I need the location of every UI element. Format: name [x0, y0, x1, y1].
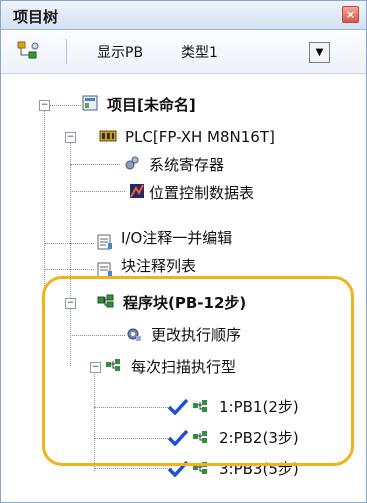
tree-item-plc[interactable]: PLC[FP-XH M8N16T] — [125, 126, 275, 148]
tree-item-system-register[interactable]: 系统寄存器 — [149, 154, 224, 176]
project-icon — [82, 95, 98, 111]
tree-line — [49, 105, 81, 106]
tree-line — [44, 109, 45, 312]
project-tree-panel: 项目树 × 显示PB 类型1 ▼ − 项目[未命名] − PLC[FP-XH M… — [0, 0, 367, 503]
io-comment-icon — [97, 234, 112, 250]
tree-item-project[interactable]: 项目[未命名] — [107, 94, 196, 116]
collapse-toggle[interactable]: − — [39, 100, 50, 111]
tree-line — [44, 243, 94, 244]
show-pb-button[interactable]: 显示PB — [97, 42, 143, 62]
panel-titlebar: 项目树 × — [1, 1, 366, 30]
type-select-value[interactable]: 类型1 — [181, 42, 218, 62]
collapse-toggle[interactable]: − — [65, 132, 76, 143]
tree-line — [94, 468, 172, 469]
chevron-down-icon[interactable]: ▼ — [309, 42, 330, 63]
tree-item-io-comment[interactable]: I/O注释一并编辑 — [121, 227, 232, 249]
tree-line — [44, 269, 94, 270]
tree-item-position-table[interactable]: 位置控制数据表 — [149, 182, 254, 204]
tree-line — [70, 164, 120, 165]
highlight-annotation — [42, 276, 354, 466]
tree-line — [70, 191, 125, 192]
plc-icon — [99, 130, 117, 142]
position-chart-icon — [130, 184, 144, 198]
panel-title: 项目树 — [13, 8, 59, 26]
tree-item-block-comment[interactable]: 块注释列表 — [121, 255, 196, 277]
close-icon[interactable]: × — [342, 6, 359, 23]
tree-settings-icon[interactable] — [17, 40, 41, 62]
toolbar-separator — [66, 39, 67, 64]
toolbar: 显示PB 类型1 ▼ — [1, 30, 366, 74]
register-gear-icon — [125, 156, 139, 170]
